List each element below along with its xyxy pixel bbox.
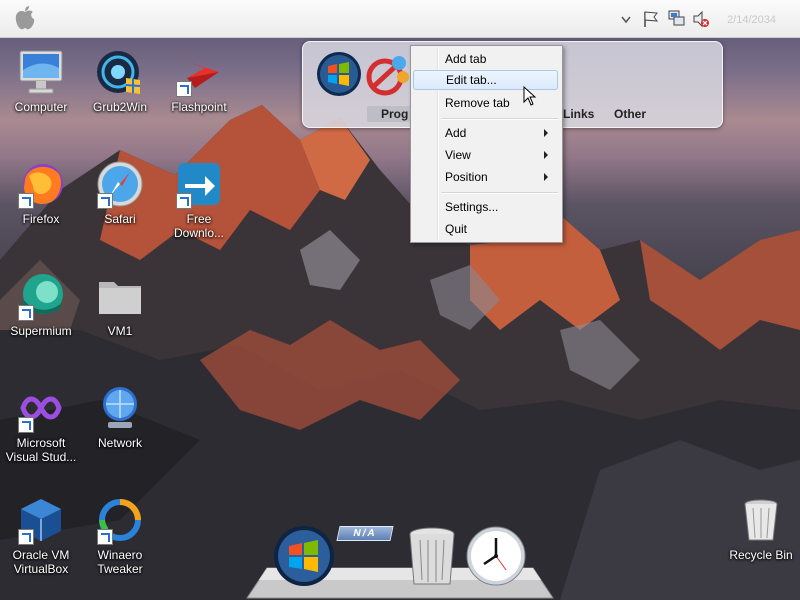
menu-item-label: Settings... <box>445 200 499 214</box>
desktop-icon-supermium[interactable]: Supermium <box>2 272 80 338</box>
shortcut-arrow-icon <box>176 81 192 97</box>
submenu-arrow-icon <box>544 151 548 159</box>
network-globe-icon <box>103 387 137 428</box>
desktop-icon-computer[interactable]: Computer <box>2 48 80 114</box>
menu-item-add-tab[interactable]: Add tab <box>413 49 558 69</box>
desktop-icon-label: Free Downlo... <box>173 212 225 240</box>
desktop-icon-recycle-bin[interactable]: Recycle Bin <box>722 496 800 562</box>
windows-orb-icon[interactable] <box>273 525 335 587</box>
dock-badge: N/A <box>336 526 394 541</box>
desktop-icon-flashpoint[interactable]: Flashpoint <box>160 48 238 114</box>
desktop-icon-free-download-manager[interactable]: Free Downlo... <box>160 160 238 240</box>
app-shortcut-icon[interactable] <box>363 51 411 99</box>
menu-item-quit[interactable]: Quit <box>413 219 558 239</box>
shortcut-arrow-icon <box>18 305 34 321</box>
desktop-icon-label: Flashpoint <box>171 100 227 114</box>
desktop-icon-label: Microsoft Visual Stud... <box>5 436 77 464</box>
menu-item-label: Quit <box>445 222 468 236</box>
desktop-icon-firefox[interactable]: Firefox <box>2 160 80 226</box>
desktop-icon-safari[interactable]: Safari <box>81 160 159 226</box>
shortcut-arrow-icon <box>176 193 192 209</box>
desktop-icon-label: Firefox <box>22 212 60 226</box>
menu-item-view[interactable]: View <box>413 145 558 165</box>
computer-monitor-icon <box>19 50 63 94</box>
desktop-icon-label: VM1 <box>107 324 133 338</box>
apple-logo-icon[interactable] <box>12 4 38 32</box>
desktop-icon-grub2win[interactable]: Grub2Win <box>81 48 159 114</box>
grub2win-icon <box>97 51 141 94</box>
desktop-icon-virtualbox[interactable]: Oracle VM VirtualBox <box>2 496 80 576</box>
clock-text[interactable]: 2/14/2034 <box>727 14 776 26</box>
desktop-icon-label: Network <box>97 436 142 450</box>
shortcut-arrow-icon <box>18 529 34 545</box>
shortcut-arrow-icon <box>97 193 113 209</box>
menubar: 2/14/2034 <box>0 0 800 38</box>
network-icon[interactable] <box>667 9 687 29</box>
menu-item-position[interactable]: Position <box>413 167 558 187</box>
trash-can-icon[interactable] <box>406 526 458 588</box>
recycle-bin-icon <box>744 499 778 541</box>
menu-item-label: Edit tab... <box>446 73 497 87</box>
menu-item-settings[interactable]: Settings... <box>413 197 558 217</box>
desktop-icon-visual-studio[interactable]: Microsoft Visual Stud... <box>2 384 80 464</box>
shortcut-arrow-icon <box>97 529 113 545</box>
desktop-icon-label: Safari <box>104 212 136 226</box>
clock-icon[interactable] <box>466 526 526 586</box>
tab-other[interactable]: Other <box>614 107 646 121</box>
desktop-icon-label: Grub2Win <box>92 100 148 114</box>
desktop[interactable]: 2/14/2034 Computer Grub2Win Flashpoint F… <box>0 0 800 600</box>
menu-separator <box>441 118 558 120</box>
desktop-icon-vm1[interactable]: VM1 <box>81 272 159 338</box>
submenu-arrow-icon <box>544 129 548 137</box>
menu-item-label: View <box>445 148 471 162</box>
desktop-icon-winaero-tweaker[interactable]: Winaero Tweaker <box>81 496 159 576</box>
mouse-pointer-icon <box>523 86 537 106</box>
speaker-muted-icon[interactable] <box>692 9 710 29</box>
desktop-icon-label: Recycle Bin <box>729 548 793 562</box>
menu-item-label: Add <box>445 126 467 140</box>
shortcut-arrow-icon <box>18 193 34 209</box>
tab-links[interactable]: Links <box>563 107 594 121</box>
desktop-icon-label: Supermium <box>10 324 72 338</box>
windows-orb-icon[interactable] <box>316 51 362 97</box>
desktop-icon-label: Winaero Tweaker <box>97 548 143 576</box>
menu-item-label: Add tab <box>445 52 487 66</box>
menu-item-label: Position <box>445 170 488 184</box>
folder-icon <box>99 282 141 314</box>
shortcut-arrow-icon <box>18 417 34 433</box>
menu-item-add[interactable]: Add <box>413 123 558 143</box>
chevron-down-icon[interactable] <box>620 9 632 29</box>
menu-separator <box>441 192 558 194</box>
menu-item-label: Remove tab <box>445 96 510 110</box>
submenu-arrow-icon <box>544 173 548 181</box>
desktop-icon-label: Computer <box>14 100 68 114</box>
desktop-icon-network[interactable]: Network <box>81 384 159 450</box>
desktop-icon-label: Oracle VM VirtualBox <box>12 548 70 576</box>
context-menu: Add tab Edit tab... Remove tab Add View … <box>410 45 563 243</box>
flag-icon[interactable] <box>642 9 660 29</box>
